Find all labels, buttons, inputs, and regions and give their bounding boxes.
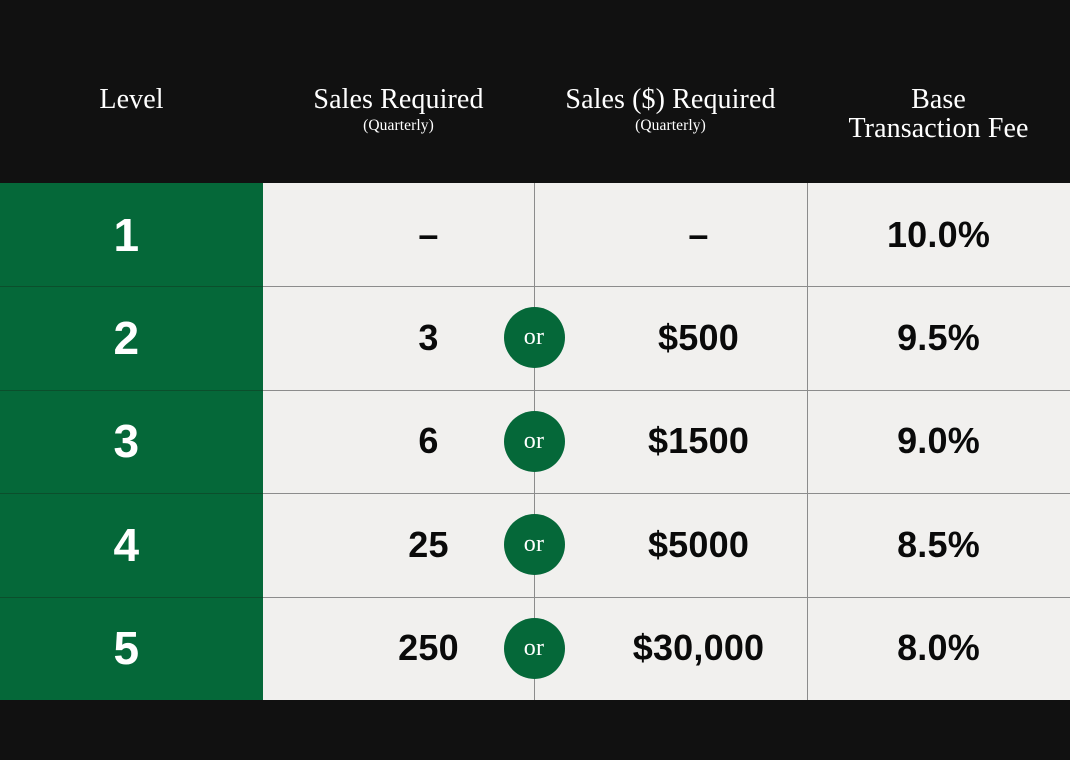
cell-level: 3 <box>0 389 263 494</box>
column-header-sales-required-title: Sales Required <box>313 84 484 115</box>
column-divider-right <box>807 183 808 700</box>
cell-base-transaction-fee: 9.5% <box>807 286 1070 390</box>
cell-base-transaction-fee: 10.0% <box>807 183 1070 287</box>
or-badge: or <box>503 617 565 679</box>
table-header: Level Sales Required (Quarterly) Sales (… <box>0 40 1070 183</box>
or-badge: or <box>503 410 565 472</box>
table-row: 1 – – 10.0% <box>0 183 1070 287</box>
cell-sales-dollars-required: – <box>534 183 807 287</box>
cell-base-transaction-fee: 9.0% <box>807 389 1070 494</box>
cell-sales-dollars-required: $30,000 <box>534 596 807 700</box>
cell-base-transaction-fee: 8.0% <box>807 596 1070 700</box>
column-header-sales-dollars-required-title: Sales ($) Required <box>565 84 776 115</box>
or-badge: or <box>503 514 565 576</box>
column-header-sales-dollars-required-subtitle: (Quarterly) <box>635 116 706 134</box>
column-header-level: Level <box>0 40 263 183</box>
column-header-sales-dollars-required: Sales ($) Required (Quarterly) <box>534 40 807 183</box>
cell-level: 2 <box>0 286 263 390</box>
cell-sales-required: 6 <box>263 389 534 494</box>
cell-level: 4 <box>0 493 263 597</box>
column-header-sales-required: Sales Required (Quarterly) <box>263 40 534 183</box>
cell-sales-required: – <box>263 183 534 287</box>
column-header-base-transaction-fee-title: Base Transaction Fee <box>848 84 1029 144</box>
column-header-base-transaction-fee: Base Transaction Fee <box>807 40 1070 183</box>
cell-base-transaction-fee: 8.5% <box>807 493 1070 597</box>
cell-level: 5 <box>0 596 263 700</box>
table-body: 1 – – 10.0% 2 3 $500 9.5% 3 6 $1500 9.0%… <box>0 183 1070 700</box>
cell-sales-dollars-required: $1500 <box>534 389 807 494</box>
cell-sales-required: 250 <box>263 596 534 700</box>
cell-sales-required: 3 <box>263 286 534 390</box>
tier-table-page: Level Sales Required (Quarterly) Sales (… <box>0 0 1070 760</box>
cell-level: 1 <box>0 183 263 287</box>
column-header-level-title: Level <box>99 84 164 115</box>
or-badge: or <box>503 307 565 369</box>
cell-sales-dollars-required: $500 <box>534 286 807 390</box>
column-header-sales-required-subtitle: (Quarterly) <box>363 116 434 134</box>
cell-sales-required: 25 <box>263 493 534 597</box>
cell-sales-dollars-required: $5000 <box>534 493 807 597</box>
